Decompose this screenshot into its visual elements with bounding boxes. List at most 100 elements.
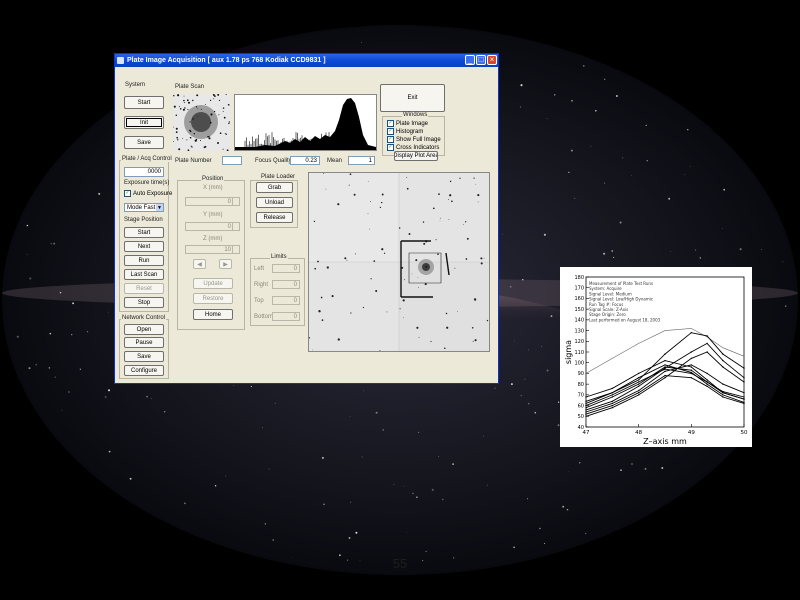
- y-tick-label: 180: [574, 275, 584, 281]
- star-dot: [406, 532, 407, 534]
- series-point: [722, 394, 724, 396]
- spinner-arrows-icon[interactable]: [232, 223, 239, 230]
- chart-annotation-line: Last performed on August 18, 2003: [589, 317, 661, 322]
- plate-speck: [386, 311, 388, 313]
- star-dot: [590, 145, 592, 147]
- plate-speck: [480, 262, 483, 265]
- network-pause-button[interactable]: Pause: [124, 337, 164, 348]
- series-point: [611, 407, 613, 409]
- unload-button[interactable]: Unload: [256, 197, 293, 208]
- star-dot: [571, 99, 573, 102]
- plate-id-field[interactable]: 0000: [124, 167, 164, 177]
- restore-button[interactable]: Restore: [193, 293, 233, 304]
- auto-exposure-checkbox[interactable]: ✓ Auto Exposure: [124, 190, 172, 197]
- limit-top-field[interactable]: 0: [272, 296, 300, 305]
- y-position-spinner[interactable]: 0: [185, 222, 240, 231]
- stage-run-button[interactable]: Run: [124, 255, 164, 266]
- checkbox-label: Cross Indicators: [396, 144, 440, 151]
- limit-bottom-label: Bottom: [254, 314, 274, 320]
- plate-image-checkbox[interactable]: ✓ Plate Image: [387, 120, 428, 127]
- stage-start-button[interactable]: Start: [124, 227, 164, 238]
- histogram-panel: [234, 94, 377, 151]
- star-dot: [49, 332, 52, 335]
- mode-select[interactable]: Mode Fast ▼: [124, 203, 164, 212]
- star-dot: [61, 409, 63, 411]
- star-dot: [522, 279, 524, 281]
- init-button[interactable]: Init: [124, 116, 164, 129]
- thumbnail-dot: [186, 99, 189, 102]
- star-dot: [520, 394, 522, 397]
- z-position-spinner[interactable]: 10: [185, 245, 240, 254]
- limit-left-field[interactable]: 0: [272, 264, 300, 273]
- star-dot: [452, 463, 454, 465]
- spinner-arrows-icon[interactable]: [232, 198, 239, 205]
- grab-button[interactable]: Grab: [256, 182, 293, 193]
- series-point: [743, 392, 745, 394]
- start-button[interactable]: Start: [124, 96, 164, 109]
- display-plot-area-button[interactable]: Display Plot Area: [394, 151, 438, 161]
- plate-speck: [466, 237, 469, 240]
- x-position-label: X (mm): [203, 185, 223, 191]
- plate-speck: [381, 201, 383, 204]
- network-configure-button[interactable]: Configure: [124, 365, 164, 376]
- star-dot: [412, 492, 414, 495]
- plate-speck: [344, 257, 347, 260]
- move-right-button[interactable]: ▶: [219, 259, 232, 269]
- stage-stop-button[interactable]: Stop: [124, 297, 164, 308]
- full-image-checkbox[interactable]: ✓ Show Full Image: [387, 136, 441, 143]
- series-point: [706, 342, 708, 345]
- home-button[interactable]: Home: [193, 309, 233, 320]
- thumbnail-dot: [179, 106, 181, 108]
- limit-bottom-field[interactable]: 0: [272, 312, 300, 321]
- thumbnail-dot: [183, 95, 185, 97]
- update-button[interactable]: Update: [193, 278, 233, 289]
- plate-speck: [325, 188, 327, 190]
- star-dot: [346, 559, 349, 561]
- thumbnail-dot: [192, 118, 194, 120]
- stage-last-scan-button[interactable]: Last Scan: [124, 269, 164, 280]
- plate-speck: [320, 296, 323, 299]
- plate-speck: [424, 283, 427, 286]
- thumbnail-dot: [199, 139, 202, 142]
- spinner-arrows-icon[interactable]: [232, 246, 239, 253]
- cross-indicators-checkbox[interactable]: ✓ Cross Indicators: [387, 144, 439, 151]
- plate-number-field[interactable]: [222, 156, 242, 165]
- star-dot: [375, 411, 378, 414]
- exit-button[interactable]: Exit: [380, 84, 445, 112]
- move-left-button[interactable]: ◀: [193, 259, 206, 269]
- plate-speck: [483, 257, 485, 259]
- thumbnail-dot: [178, 148, 181, 151]
- star-dot: [28, 367, 31, 370]
- plate-speck: [422, 221, 425, 223]
- stage-reset-button[interactable]: Reset: [124, 283, 164, 294]
- star-dot: [393, 484, 395, 485]
- stage-next-button[interactable]: Next: [124, 241, 164, 252]
- plate-speck: [313, 220, 316, 223]
- network-open-button[interactable]: Open: [124, 324, 164, 335]
- plate-speck: [373, 260, 376, 262]
- limit-left-label: Left: [254, 266, 265, 272]
- star-dot: [68, 391, 70, 393]
- release-button[interactable]: Release: [256, 212, 293, 223]
- star-dot: [79, 368, 81, 370]
- plate-image-view[interactable]: [308, 172, 490, 352]
- title-bar[interactable]: Plate Image Acquisition [ aux 1.78 ps 76…: [115, 54, 498, 67]
- minimize-button[interactable]: _: [465, 55, 475, 65]
- maximize-button[interactable]: □: [476, 55, 486, 65]
- y-tick-label: 160: [574, 296, 584, 302]
- plate-speck: [418, 286, 419, 288]
- histogram-checkbox[interactable]: ✓ Histogram: [387, 128, 423, 135]
- plate-speck: [398, 227, 401, 229]
- z-position-label: Z (mm): [203, 236, 223, 242]
- save-button[interactable]: Save: [124, 136, 164, 149]
- network-save-button[interactable]: Save: [124, 351, 164, 362]
- mean-field[interactable]: 1: [348, 156, 375, 165]
- x-position-spinner[interactable]: 0: [185, 197, 240, 206]
- limit-right-field[interactable]: 0: [272, 280, 300, 289]
- star-dot: [622, 157, 624, 159]
- series-point: [611, 404, 613, 407]
- focus-quality-field[interactable]: 0.23: [290, 156, 320, 165]
- close-button[interactable]: ×: [487, 55, 497, 65]
- star-dot: [645, 124, 647, 126]
- star-dot: [146, 395, 148, 398]
